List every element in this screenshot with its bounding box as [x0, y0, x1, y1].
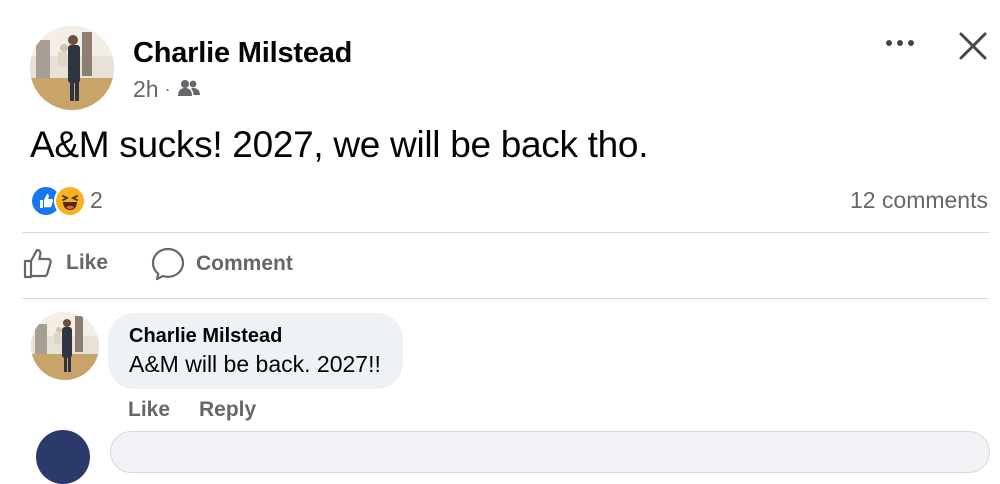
post-time[interactable]: 2h: [133, 76, 159, 103]
commenter-name[interactable]: Charlie Milstead: [129, 325, 381, 348]
post-text: A&M sucks! 2027, we will be back tho.: [30, 124, 649, 165]
comment-reply-button[interactable]: Reply: [199, 398, 256, 422]
author-avatar[interactable]: [30, 26, 114, 110]
comment-bubble: Charlie Milstead A&M will be back. 2027!…: [108, 313, 403, 389]
commenter-avatar[interactable]: [31, 312, 99, 380]
comment-label: Comment: [196, 252, 293, 275]
haha-reaction-icon: [54, 185, 86, 217]
friends-icon[interactable]: [177, 76, 200, 103]
comment-text: A&M will be back. 2027!!: [129, 351, 381, 377]
close-icon[interactable]: [955, 28, 991, 64]
post-meta: 2h ·: [133, 76, 200, 103]
comments-count[interactable]: 12 comments: [850, 187, 988, 214]
meta-separator: ·: [164, 79, 171, 99]
thumbs-up-icon: [23, 248, 52, 279]
divider-top: [22, 232, 989, 233]
comment-button[interactable]: Comment: [150, 246, 293, 282]
write-comment-input[interactable]: [110, 431, 990, 473]
comment-bubble-icon: [151, 247, 185, 281]
like-label: Like: [66, 251, 109, 274]
reaction-count: 2: [90, 186, 103, 213]
comment-like-button[interactable]: Like: [128, 398, 170, 422]
author-name[interactable]: Charlie Milstead: [133, 37, 352, 70]
composer-avatar: [36, 430, 90, 484]
like-button[interactable]: Like: [22, 246, 108, 280]
more-options-icon[interactable]: [882, 28, 918, 58]
reaction-icons: [30, 185, 86, 217]
reactions-summary[interactable]: 2: [30, 185, 103, 217]
divider-bottom: [22, 298, 989, 299]
